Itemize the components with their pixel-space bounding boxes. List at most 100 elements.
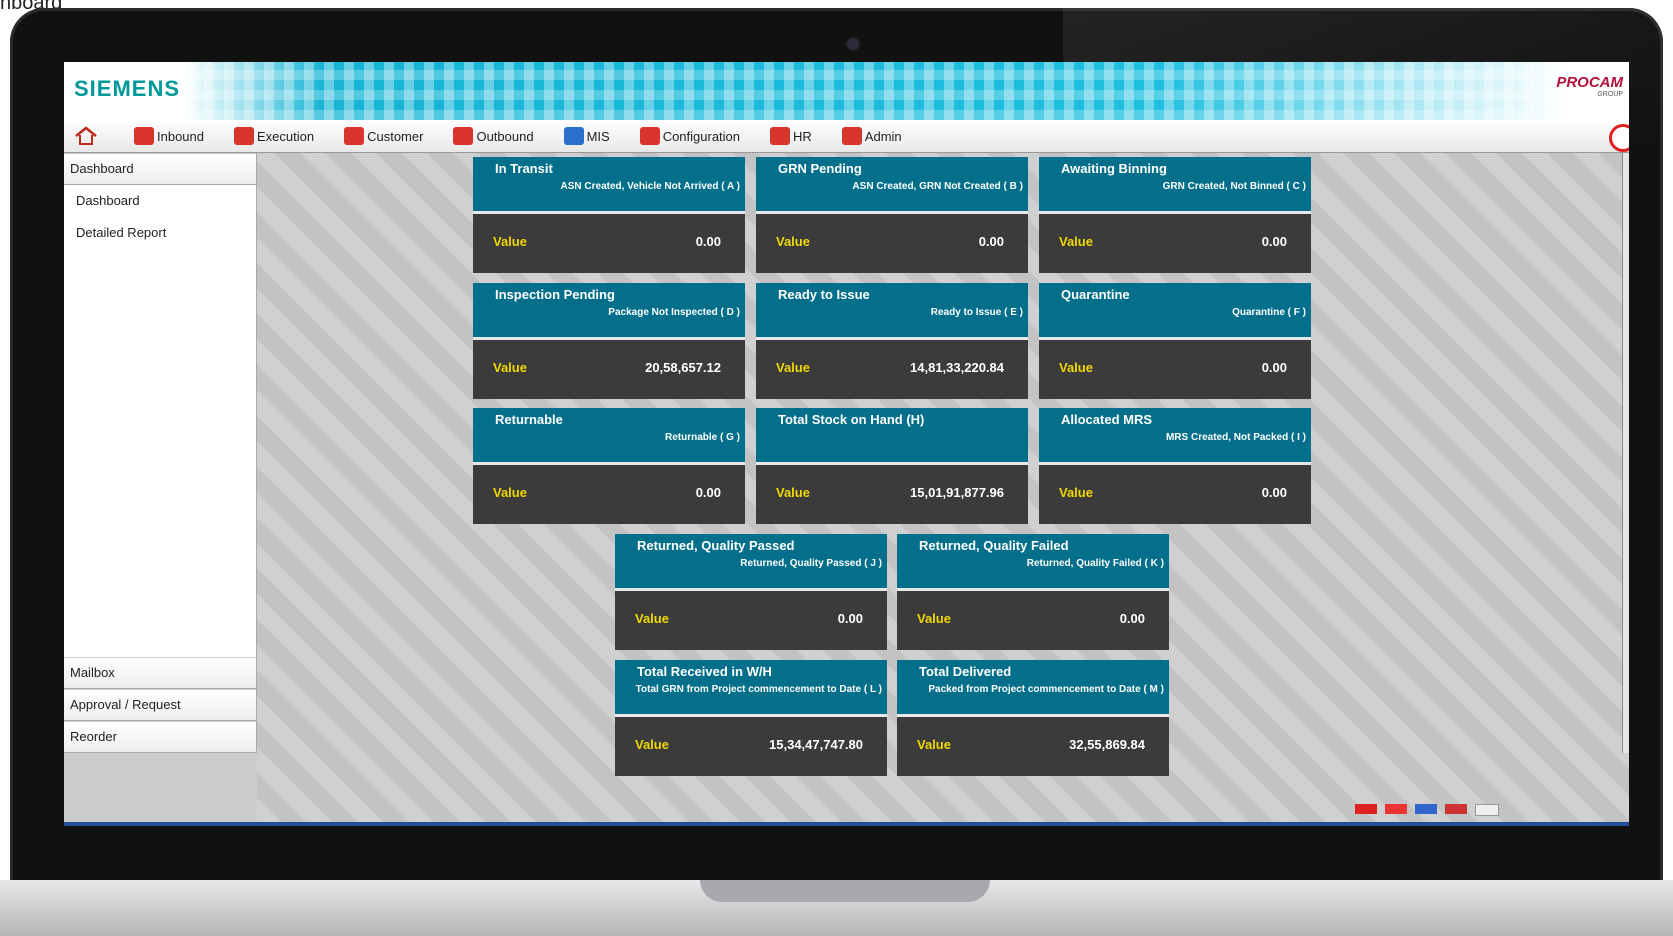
power-button[interactable]	[1609, 124, 1629, 152]
card-value-label: Value	[493, 485, 527, 500]
card-title: In Transit	[495, 161, 553, 176]
card-header: GRN Pending ASN Created, GRN Not Created …	[756, 157, 1028, 214]
card-body: Value 15,01,91,877.96	[756, 465, 1028, 524]
dashboard-card[interactable]: Awaiting Binning GRN Created, Not Binned …	[1039, 157, 1311, 273]
menu-inbound[interactable]: Inbound	[134, 127, 204, 145]
card-value-label: Value	[635, 737, 669, 752]
sidebar-item-reorder[interactable]: Reorder	[64, 721, 256, 753]
card-subtitle: Packed from Project commencement to Date…	[928, 684, 1164, 695]
card-title: Quarantine	[1061, 287, 1130, 302]
tray-icon-flag[interactable]	[1355, 804, 1377, 814]
sidebar-item-approval-request[interactable]: Approval / Request	[64, 689, 256, 721]
card-header: Awaiting Binning GRN Created, Not Binned …	[1039, 157, 1311, 214]
sidebar-header-dashboard[interactable]: Dashboard	[64, 153, 256, 185]
card-header: Returned, Quality Failed Returned, Qualit…	[897, 534, 1169, 591]
card-value-label: Value	[493, 234, 527, 249]
card-title: Allocated MRS	[1061, 412, 1153, 427]
card-value: 20,58,657.12	[645, 360, 721, 375]
card-value-label: Value	[776, 234, 810, 249]
dashboard-card[interactable]: Total Delivered Packed from Project comme…	[897, 660, 1169, 776]
users-icon	[344, 127, 365, 145]
card-value: 0.00	[695, 485, 721, 500]
card-value: 0.00	[978, 234, 1004, 249]
card-header: Total Stock on Hand (H)	[756, 408, 1028, 465]
dashboard-card[interactable]: Returnable Returnable ( G ) Value 0.00	[473, 408, 745, 524]
vertical-scrollbar[interactable]	[1622, 153, 1629, 753]
truck-icon	[134, 127, 154, 145]
card-header: In Transit ASN Created, Vehicle Not Arriv…	[473, 157, 745, 214]
tray-icon-mail[interactable]	[1445, 804, 1467, 814]
sidebar-item-mailbox[interactable]: Mailbox	[64, 657, 256, 689]
dashboard-card[interactable]: Returned, Quality Failed Returned, Qualit…	[897, 534, 1169, 650]
dashboard-card[interactable]: Ready to Issue Ready to Issue ( E ) Value 1…	[756, 283, 1028, 399]
card-header: Total Delivered Packed from Project comme…	[897, 660, 1169, 717]
dashboard-card[interactable]: Allocated MRS MRS Created, Not Packed ( I…	[1039, 408, 1311, 524]
laptop-notch	[700, 880, 990, 902]
menu-hr[interactable]: HR	[770, 127, 812, 145]
menu-customer[interactable]: Customer	[344, 127, 423, 145]
card-header: Ready to Issue Ready to Issue ( E )	[756, 283, 1028, 340]
menu-label: MIS	[586, 128, 610, 144]
card-subtitle: Returned, Quality Failed ( K )	[1026, 558, 1164, 569]
card-value: 0.00	[695, 234, 721, 249]
user-config-icon	[639, 127, 660, 145]
card-title: Returned, Quality Passed	[637, 538, 795, 553]
menu-execution[interactable]: Execution	[234, 127, 314, 145]
card-subtitle: ASN Created, GRN Not Created ( B )	[852, 181, 1023, 192]
card-header: Returnable Returnable ( G )	[473, 408, 745, 465]
card-body: Value 0.00	[756, 214, 1028, 273]
menu-label: Admin	[864, 128, 902, 144]
header-banner: SIEMENS PROCAM GROUP	[64, 62, 1629, 120]
menu-configuration[interactable]: Configuration	[639, 127, 740, 145]
card-title: GRN Pending	[778, 161, 862, 176]
dashboard-content: In Transit ASN Created, Vehicle Not Arriv…	[257, 153, 1629, 823]
dashboard-card[interactable]: In Transit ASN Created, Vehicle Not Arriv…	[473, 157, 745, 273]
hr-users-icon	[770, 127, 791, 145]
card-title: Awaiting Binning	[1061, 161, 1167, 176]
dashboard-card[interactable]: Quarantine Quarantine ( F ) Value 0.00	[1039, 283, 1311, 399]
card-value: 0.00	[1261, 234, 1287, 249]
card-body: Value 0.00	[1039, 340, 1311, 399]
tray-icon-grid[interactable]	[1415, 804, 1437, 814]
taskbar-tray	[1355, 804, 1499, 822]
menu-label: Outbound	[476, 128, 534, 144]
card-title: Ready to Issue	[778, 287, 870, 302]
card-body: Value 20,58,657.12	[473, 340, 745, 399]
card-value: 15,34,47,747.80	[769, 737, 863, 752]
card-value: 32,55,869.84	[1069, 737, 1145, 752]
card-body: Value 0.00	[473, 465, 745, 524]
card-subtitle: GRN Created, Not Binned ( C )	[1162, 181, 1306, 192]
card-value-label: Value	[776, 360, 810, 375]
card-title: Total Delivered	[919, 664, 1012, 679]
card-subtitle: Quarantine ( F )	[1232, 307, 1306, 318]
card-title: Inspection Pending	[495, 287, 615, 302]
card-subtitle: Total GRN from Project commencement to D…	[635, 684, 882, 695]
card-value-label: Value	[1059, 360, 1093, 375]
card-value-label: Value	[1059, 234, 1093, 249]
menu-admin[interactable]: Admin	[841, 127, 902, 145]
card-value: 0.00	[1119, 611, 1145, 626]
dashboard-card[interactable]: GRN Pending ASN Created, GRN Not Created …	[756, 157, 1028, 273]
dashboard-card[interactable]: Inspection Pending Package Not Inspected …	[473, 283, 745, 399]
card-value-label: Value	[635, 611, 669, 626]
tray-icon-window[interactable]	[1475, 804, 1499, 816]
card-subtitle: Returnable ( G )	[664, 432, 740, 443]
sidebar-item-detailed-report[interactable]: Detailed Report	[64, 217, 256, 249]
tray-icon-star[interactable]	[1385, 804, 1407, 814]
dashboard-card[interactable]: Total Stock on Hand (H) Value 15,01,91,877…	[756, 408, 1028, 524]
menu-outbound[interactable]: Outbound	[453, 127, 534, 145]
dashboard-card[interactable]: Returned, Quality Passed Returned, Qualit…	[615, 534, 887, 650]
card-header: Returned, Quality Passed Returned, Qualit…	[615, 534, 887, 591]
menu-mis[interactable]: MIS	[563, 127, 610, 145]
home-button[interactable]	[74, 126, 98, 146]
dashboard-card[interactable]: Total Received in W/H Total GRN from Proj…	[615, 660, 887, 776]
card-body: Value 15,34,47,747.80	[615, 717, 887, 776]
card-value-label: Value	[1059, 485, 1093, 500]
menu-label: Inbound	[157, 128, 204, 144]
sidebar-item-dashboard[interactable]: Dashboard	[64, 185, 256, 217]
menu-label: Execution	[257, 128, 315, 144]
card-value-label: Value	[776, 485, 810, 500]
card-value-label: Value	[917, 737, 951, 752]
card-subtitle: Package Not Inspected ( D )	[608, 307, 740, 318]
card-body: Value 0.00	[473, 214, 745, 273]
